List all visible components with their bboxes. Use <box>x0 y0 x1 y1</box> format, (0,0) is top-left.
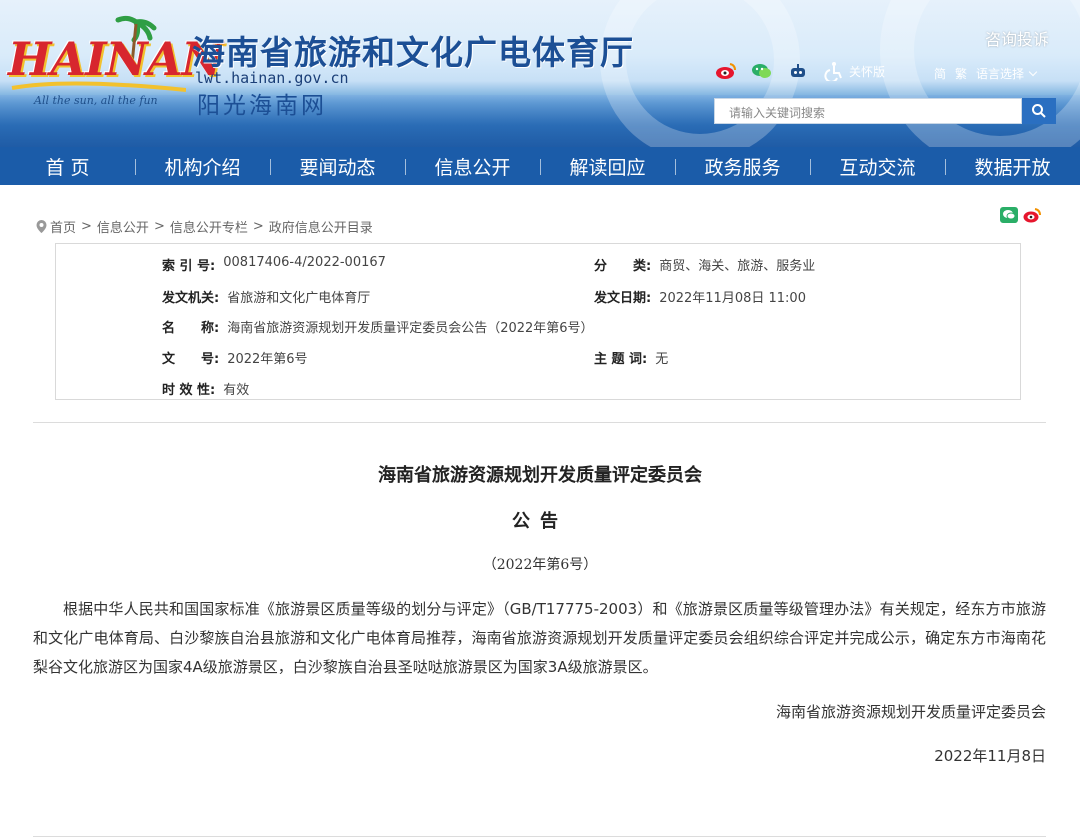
divider <box>33 422 1046 423</box>
meta-index-value: 00817406-4/2022-00167 <box>223 255 386 270</box>
meta-validity-value: 有效 <box>223 383 250 398</box>
nav-about[interactable]: 机构介绍 <box>135 153 270 180</box>
lang-select[interactable]: 语言选择 <box>976 65 1038 82</box>
nav-services[interactable]: 政务服务 <box>675 153 810 180</box>
meta-date-value: 2022年11月08日 11:00 <box>659 291 806 306</box>
main-nav: 首 页 机构介绍 要闻动态 信息公开 解读回应 政务服务 互动交流 数据开放 <box>0 147 1080 185</box>
search-input[interactable]: 请输入关键词搜索 <box>714 98 1022 124</box>
search-icon <box>1032 104 1046 118</box>
breadcrumb-home[interactable]: 首页 <box>50 217 76 236</box>
search-button[interactable] <box>1022 98 1056 124</box>
meta-name-label: 名 称: <box>162 321 220 336</box>
meta-subject-value: 无 <box>655 352 669 367</box>
meta-name: 名 称: 海南省旅游资源规划开发质量评定委员会公告（2022年第6号） <box>162 317 594 336</box>
wechat-share-icon[interactable] <box>1000 207 1018 223</box>
meta-category: 分 类: 商贸、海关、旅游、服务业 <box>594 255 815 274</box>
breadcrumb-separator: > <box>252 219 264 234</box>
meta-docno: 文 号: 2022年第6号 <box>162 348 308 367</box>
logo-wordmark: HAINAN <box>8 32 223 86</box>
site-slogan: 阳光海南网 <box>197 93 327 119</box>
meta-date: 发文日期: 2022年11月08日 11:00 <box>594 287 806 306</box>
meta-category-value: 商贸、海关、旅游、服务业 <box>659 259 816 274</box>
site-header: HAINAN All the sun, all the fun 海南省旅游和文化… <box>0 0 1080 147</box>
breadcrumb-disclosure-column[interactable]: 信息公开专栏 <box>170 217 248 236</box>
lang-select-label: 语言选择 <box>976 67 1025 81</box>
meta-docno-label: 文 号: <box>162 352 220 367</box>
site-logo[interactable]: HAINAN All the sun, all the fun <box>8 14 223 116</box>
meta-issuer-label: 发文机关: <box>162 291 220 306</box>
article-signature: 海南省旅游资源规划开发质量评定委员会 <box>775 703 1046 721</box>
consult-link[interactable]: 咨询投诉 <box>985 26 1049 50</box>
nav-news[interactable]: 要闻动态 <box>270 153 405 180</box>
social-links: 关怀版 <box>715 60 885 82</box>
article-subtitle: 公告 <box>512 511 568 532</box>
weibo-icon[interactable] <box>715 61 737 81</box>
meta-issuer-value: 省旅游和文化广电体育厅 <box>227 291 371 306</box>
lang-traditional[interactable]: 繁 <box>955 65 967 82</box>
meta-index-label: 索 引 号: <box>162 259 216 274</box>
lang-simplified[interactable]: 简 <box>934 65 946 82</box>
language-bar: 简 繁 语言选择 <box>934 65 1038 82</box>
divider <box>33 836 1046 837</box>
breadcrumb-catalog[interactable]: 政府信息公开目录 <box>269 217 373 236</box>
article-date: 2022年11月8日 <box>934 747 1046 765</box>
article-title: 海南省旅游资源规划开发质量评定委员会 <box>378 465 702 486</box>
nav-open-data[interactable]: 数据开放 <box>945 153 1080 180</box>
breadcrumb: 首页 > 信息公开 > 信息公开专栏 > 政府信息公开目录 <box>36 217 373 236</box>
site-title[interactable]: 海南省旅游和文化广电体育厅 <box>192 26 634 74</box>
wechat-icon[interactable] <box>751 61 773 81</box>
share-icons <box>1000 207 1041 223</box>
care-mode-link[interactable]: 关怀版 <box>849 63 885 80</box>
location-pin-icon <box>36 220 47 233</box>
meta-subject-label: 主 题 词: <box>594 352 648 367</box>
meta-category-label: 分 类: <box>594 259 652 274</box>
nav-interpretation[interactable]: 解读回应 <box>540 153 675 180</box>
nav-disclosure[interactable]: 信息公开 <box>405 153 540 180</box>
meta-index: 索 引 号: 00817406-4/2022-00167 <box>162 255 386 274</box>
weibo-share-icon[interactable] <box>1023 207 1041 223</box>
robot-icon[interactable] <box>787 61 809 81</box>
nav-home[interactable]: 首 页 <box>0 153 135 180</box>
meta-name-value: 海南省旅游资源规划开发质量评定委员会公告（2022年第6号） <box>227 321 594 336</box>
breadcrumb-separator: > <box>81 219 92 234</box>
meta-subject: 主 题 词: 无 <box>594 348 668 367</box>
meta-validity-label: 时 效 性: <box>162 383 216 398</box>
document-meta-table: 索 引 号: 00817406-4/2022-00167 分 类: 商贸、海关、… <box>55 243 1021 400</box>
breadcrumb-disclosure[interactable]: 信息公开 <box>97 217 149 236</box>
meta-issuer: 发文机关: 省旅游和文化广电体育厅 <box>162 287 370 306</box>
meta-docno-value: 2022年第6号 <box>227 352 308 367</box>
breadcrumb-separator: > <box>153 219 165 234</box>
chevron-down-icon <box>1028 67 1038 77</box>
site-url: lwt.hainan.gov.cn <box>195 69 349 87</box>
article-body: 根据中华人民共和国国家标准《旅游景区质量等级的划分与评定》（GB/T17775-… <box>33 600 1046 676</box>
accessibility-icon[interactable] <box>823 61 845 81</box>
meta-date-label: 发文日期: <box>594 291 652 306</box>
meta-validity: 时 效 性: 有效 <box>162 379 249 398</box>
nav-interaction[interactable]: 互动交流 <box>810 153 945 180</box>
article-number: （2022年第6号） <box>482 557 598 573</box>
logo-slogan: All the sun, all the fun <box>34 94 158 107</box>
